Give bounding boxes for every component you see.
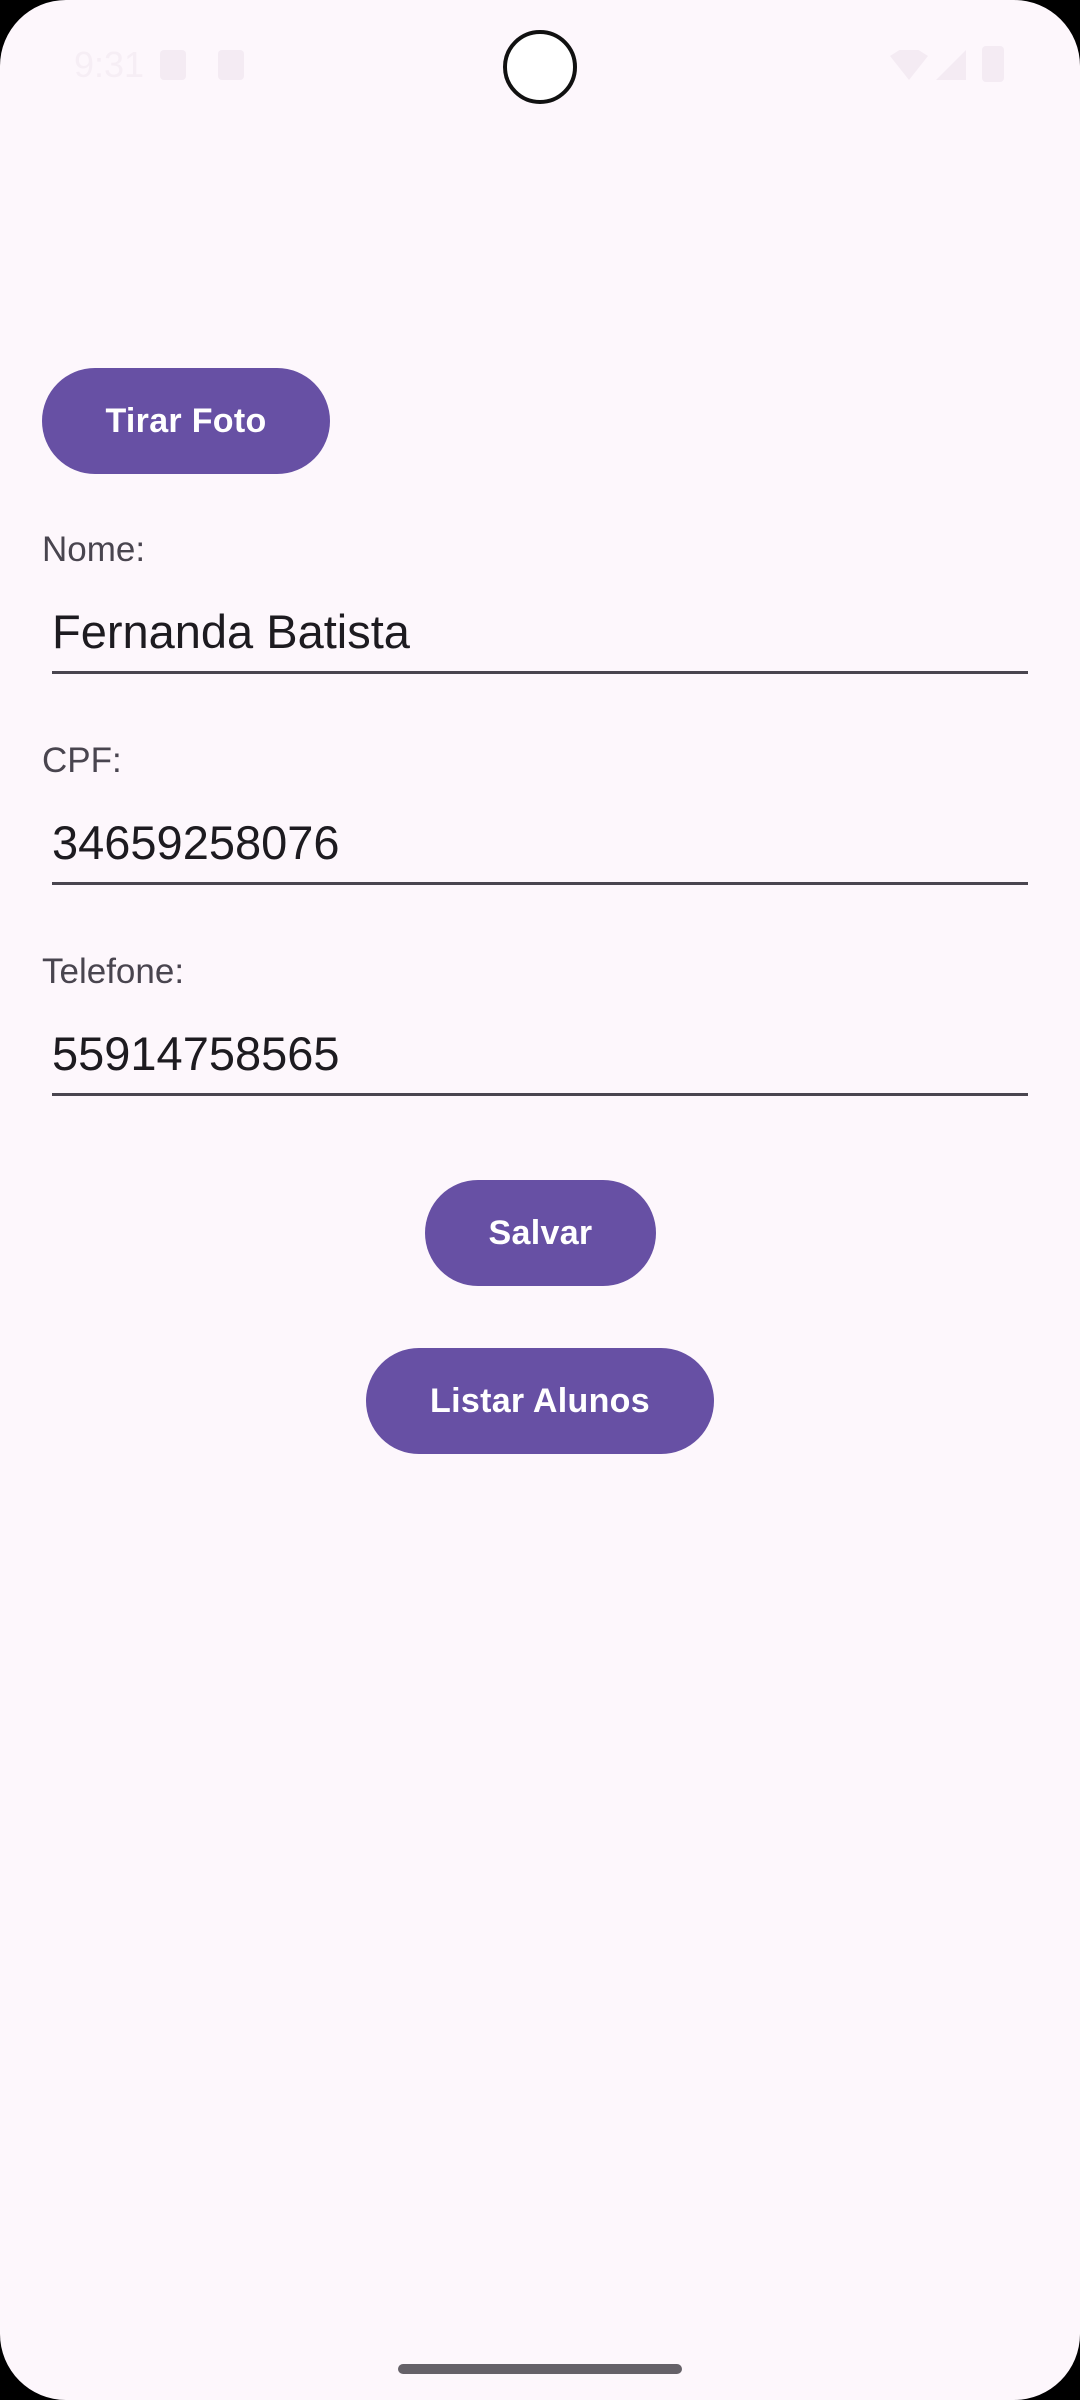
signal-icon — [936, 50, 966, 80]
name-field-value: Fernanda Batista — [52, 605, 410, 658]
cpf-field-value: 34659258076 — [52, 816, 340, 869]
phone-field-value: 55914758565 — [52, 1027, 340, 1080]
save-button[interactable]: Salvar — [425, 1180, 656, 1286]
cpf-field[interactable]: 34659258076 — [52, 799, 1028, 885]
status-bar: 9:31 — [0, 0, 1080, 130]
camera-cutout — [503, 30, 577, 104]
sim-icon — [160, 50, 186, 80]
name-field[interactable]: Fernanda Batista — [52, 588, 1028, 674]
app-screen: 9:31 Tirar Foto Nome: Fernanda Batista C… — [0, 0, 1080, 2400]
list-students-button[interactable]: Listar Alunos — [366, 1348, 714, 1454]
name-label: Nome: — [42, 530, 146, 569]
status-time: 9:31 — [74, 44, 145, 85]
wifi-icon — [890, 50, 928, 80]
take-photo-button[interactable]: Tirar Foto — [42, 368, 330, 474]
phone-label: Telefone: — [42, 952, 185, 991]
alarm-icon — [218, 50, 244, 80]
home-indicator[interactable] — [398, 2364, 682, 2374]
phone-field[interactable]: 55914758565 — [52, 1010, 1028, 1096]
battery-icon — [982, 46, 1004, 82]
cpf-label: CPF: — [42, 741, 122, 780]
